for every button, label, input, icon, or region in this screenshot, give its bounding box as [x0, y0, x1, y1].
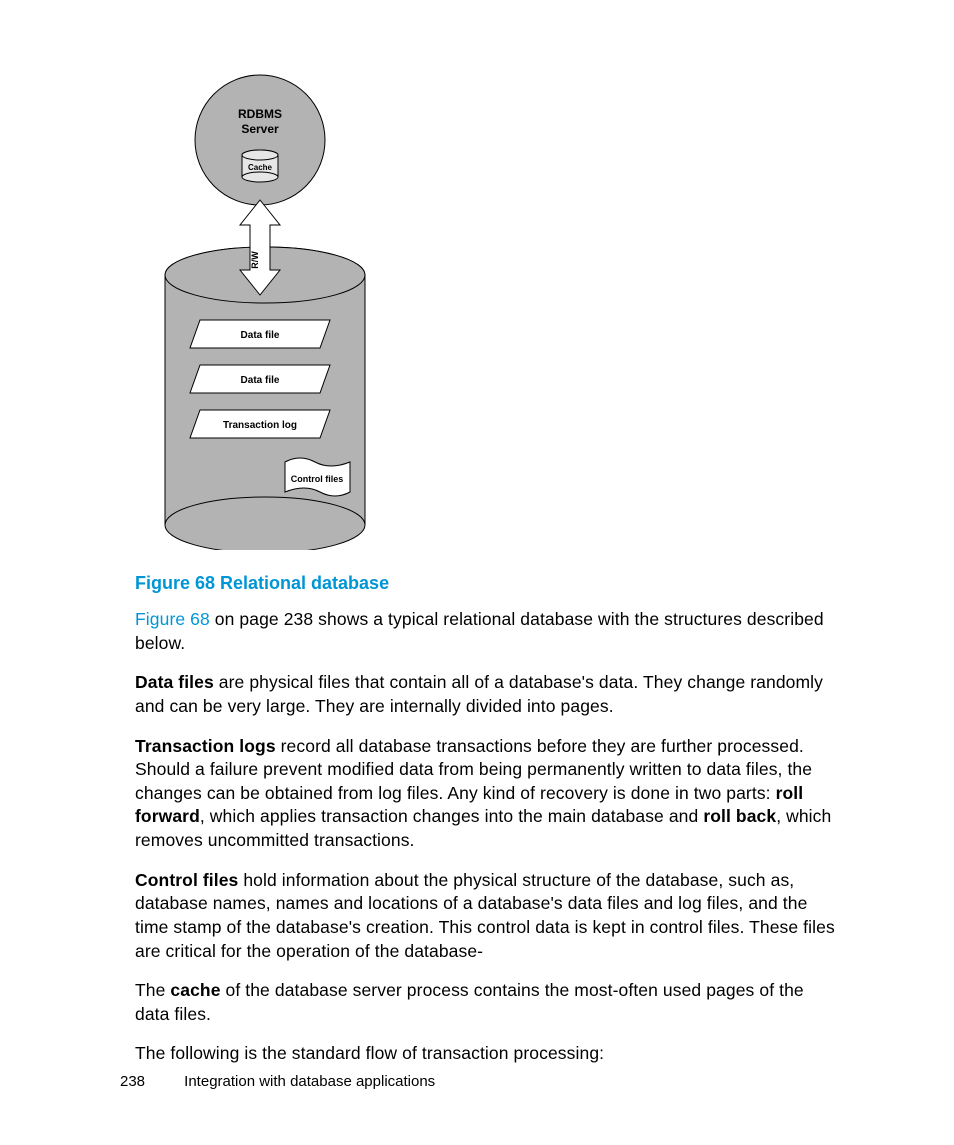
para-intro: Figure 68 on page 238 shows a typical re…: [135, 608, 839, 655]
footer-title: Integration with database applications: [184, 1073, 435, 1090]
control-files: Control files: [291, 474, 344, 484]
arrow-label: R/W: [250, 251, 260, 269]
page-footer: 238 Integration with database applicatio…: [120, 1073, 435, 1090]
server-label-2: Server: [241, 122, 279, 136]
page-number: 238: [120, 1073, 180, 1090]
para-flow: The following is the standard flow of tr…: [135, 1042, 839, 1066]
datafile-1: Data file: [241, 330, 280, 341]
relational-database-diagram: RDBMS Server Cache R/W Data f: [150, 70, 839, 555]
datafile-2: Data file: [241, 375, 280, 386]
figure-caption: Figure 68 Relational database: [135, 573, 839, 594]
para-control-files: Control files hold information about the…: [135, 869, 839, 964]
transaction-log: Transaction log: [223, 420, 297, 431]
para-cache: The cache of the database server process…: [135, 979, 839, 1026]
server-label-1: RDBMS: [238, 107, 282, 121]
para-data-files: Data files are physical files that conta…: [135, 671, 839, 718]
figure-link[interactable]: Figure 68: [135, 609, 210, 629]
cache-label: Cache: [248, 163, 273, 172]
para-transaction-logs: Transaction logs record all database tra…: [135, 735, 839, 853]
